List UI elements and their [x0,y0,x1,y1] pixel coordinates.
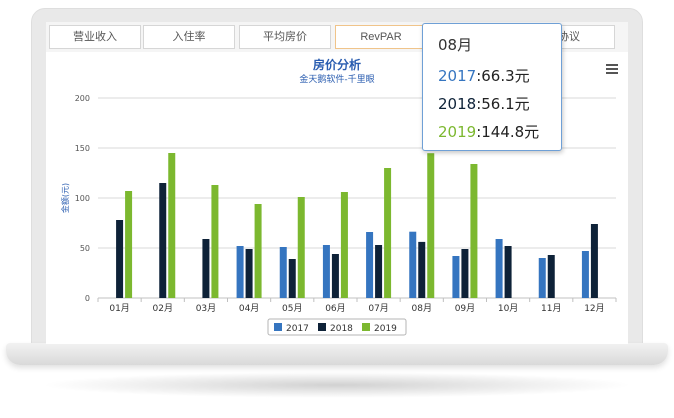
x-tick-label: 10月 [498,303,518,314]
legend-label-2019: 2019 [374,324,397,334]
bar-2018-9 [461,249,469,298]
bar-2018-7 [375,245,383,298]
bar-2018-12 [590,224,598,298]
bar-2017-11 [538,258,546,298]
bar-2019-6 [340,192,348,298]
legend-swatch-2017 [274,323,282,331]
bar-2019-3 [211,185,219,298]
tooltip-value: :144.8元 [476,123,540,141]
laptop-shadow [40,372,634,398]
bar-2019-8 [427,153,435,298]
bar-2018-11 [547,255,555,298]
tooltip-year: 2019 [438,123,477,141]
bar-2018-8 [418,241,426,298]
x-tick-label: 03月 [196,303,216,314]
chart-subtitle: 金天鹅软件-千里眼 [299,73,374,85]
bar-2017-5 [279,247,287,298]
bar-2018-6 [331,254,339,298]
tooltip-row-2019: 2019:144.8元 [438,118,561,146]
x-tick-label: 08月 [412,303,432,314]
y-tick-label: 150 [75,144,90,153]
bar-2017-9 [452,256,460,298]
x-tick-label: 07月 [368,303,388,314]
bar-2017-8 [409,231,417,298]
bar-2019-9 [470,164,478,298]
bar-2019-2 [168,153,176,298]
laptop-base [6,343,668,365]
bar-2018-5 [288,259,296,298]
tooltip-value: :66.3元 [476,67,530,85]
x-tick-label: 06月 [325,303,345,314]
x-tick-label: 04月 [239,303,259,314]
bar-2018-1 [116,220,124,298]
tooltip-value: :56.1元 [476,95,530,113]
legend-swatch-2019 [362,323,370,331]
tooltip-row-2017: 2017:66.3元 [438,62,561,90]
bar-2017-7 [366,232,374,298]
bar-2017-4 [236,246,244,298]
tooltip-year: 2018 [438,95,477,113]
x-tick-label: 12月 [584,303,604,314]
x-tick-label: 09月 [455,303,475,314]
bar-2018-3 [202,239,210,298]
y-tick-label: 50 [80,244,90,253]
bar-2018-2 [159,183,167,298]
app-screen: 营业收入 入住率 平均房价 RevPAR 协议 房价分析 金天鹅软件-千里眼 0 50… [46,22,628,344]
y-tick-label: 0 [85,294,90,303]
hamburger-menu-icon[interactable] [606,64,618,74]
x-tick-label: 02月 [153,303,173,314]
legend-label-2017: 2017 [286,324,309,334]
bar-2017-12 [581,251,589,298]
x-tick-label: 01月 [109,303,129,314]
chart-title: 房价分析 [313,57,361,72]
bar-2017-10 [495,239,503,298]
bar-2017-6 [322,245,330,298]
bar-2019-5 [297,197,305,298]
y-tick-label: 100 [75,194,90,203]
bar-2019-1 [125,191,133,298]
tooltip-title: 08月 [438,36,473,54]
legend-swatch-2018 [318,323,326,331]
bar-2019-7 [384,168,392,298]
tooltip-year: 2017 [438,67,477,85]
bar-2018-10 [504,246,512,298]
x-tick-label: 11月 [541,303,561,314]
tooltip-row-2018: 2018:56.1元 [438,90,561,118]
chart-tooltip: 08月 2017:66.3元 2018:56.1元 2019:144.8元 [422,23,562,151]
bar-2019-4 [254,204,262,298]
bar-2018-4 [245,249,253,298]
legend-label-2018: 2018 [330,324,353,334]
y-axis-label: 金额(元) [60,183,70,213]
y-tick-label: 200 [75,94,90,103]
x-tick-label: 05月 [282,303,302,314]
